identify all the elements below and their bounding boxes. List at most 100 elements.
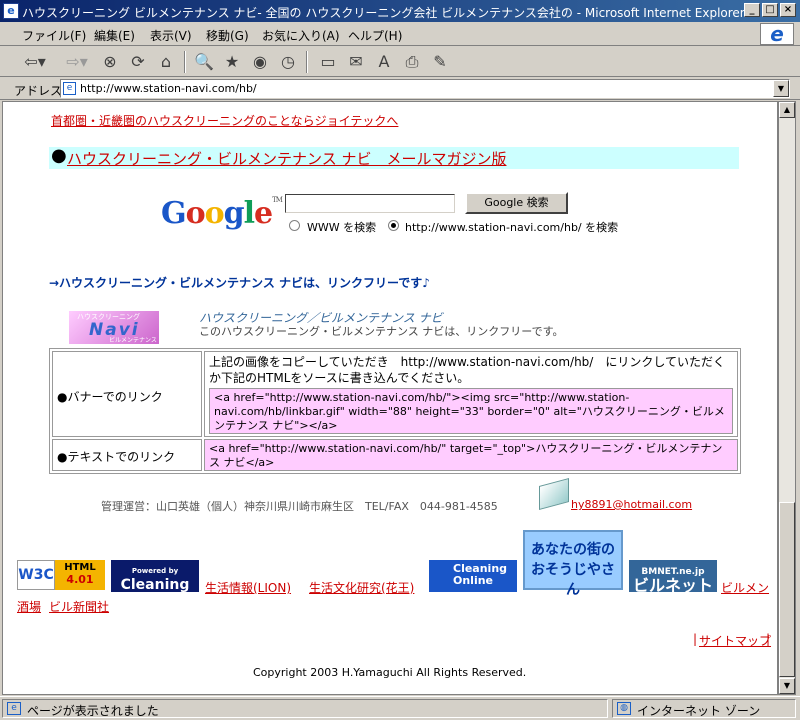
radio-www-label: WWW を検索 xyxy=(307,221,377,234)
mail-icon[interactable]: ✉ xyxy=(344,51,368,73)
w3c-badge[interactable]: W3C xyxy=(17,560,55,590)
mailmag-bar: ● ハウスクリーニング・ビルメンテナンス ナビ メールマガジン版 xyxy=(49,145,739,169)
print-icon[interactable]: ⎙ xyxy=(400,51,424,73)
menu-edit[interactable]: 編集(E) xyxy=(94,27,135,44)
radio-www[interactable] xyxy=(289,220,300,231)
window-title: ハウスクリーニング ビルメンテナンス ナビ- 全国の ハウスクリーニング会社 ビ… xyxy=(22,6,745,20)
page-viewport: 首都圏・近畿圏のハウスクリーニングのことならジョイテックへ ● ハウスクリーニン… xyxy=(2,101,778,695)
title-bar: e ハウスクリーニング ビルメンテナンス ナビ- 全国の ハウスクリーニング会社… xyxy=(0,0,800,22)
menu-help[interactable]: ヘルプ(H) xyxy=(348,27,402,44)
lion-link[interactable]: 生活情報(LION) xyxy=(205,579,291,596)
html-badge[interactable]: HTML 4.01 xyxy=(55,560,105,590)
menu-view[interactable]: 表示(V) xyxy=(150,27,192,44)
address-bar: アドレス e http://www.station-navi.com/hb/ ▼ xyxy=(0,78,800,100)
banner-link-label-cell: ●バナーでのリンク xyxy=(52,351,202,437)
history-icon[interactable]: ◷ xyxy=(276,51,300,73)
envelope-icon xyxy=(539,477,569,511)
fullscreen-icon[interactable]: ▭ xyxy=(316,51,340,73)
toolbar: ⇦▾ ⇨▾ ⊗ ⟳ ⌂ 🔍 ★ ◉ ◷ ▭ ✉ A ⎙ ✎ xyxy=(0,47,800,77)
status-bar: e ページが表示されました ◍ インターネット ゾーン xyxy=(0,696,800,720)
text-link-label-cell: ●テキストでのリンク xyxy=(52,439,202,471)
google-search-input[interactable] xyxy=(285,194,455,213)
zone-text: インターネット ゾーン xyxy=(637,704,761,718)
address-input[interactable]: e http://www.station-navi.com/hb/ ▼ xyxy=(60,79,790,98)
edit-icon[interactable]: ✎ xyxy=(428,51,452,73)
text-link-label: ●テキストでのリンク xyxy=(57,450,176,464)
radio-site[interactable] xyxy=(388,220,399,231)
radio-site-label: http://www.station-navi.com/hb/ を検索 xyxy=(405,221,619,234)
scroll-thumb[interactable] xyxy=(779,502,795,677)
google-search-button[interactable]: Google 検索 xyxy=(465,192,568,214)
navi-banner-image[interactable]: ハウスクリーニング Navi ビルメンテナンス xyxy=(69,311,159,344)
sitemap-bracket-left: | xyxy=(693,632,698,646)
page-done-icon: e xyxy=(7,702,21,715)
internet-zone-icon: ◍ xyxy=(617,702,631,715)
google-logo[interactable]: GoogleTM xyxy=(161,196,283,231)
banner-link-code[interactable]: <a href="http://www.station-navi.com/hb/… xyxy=(209,388,733,434)
link-table: ●バナーでのリンク 上記の画像をコピーしていただき http://www.sta… xyxy=(49,348,741,474)
mailmag-link[interactable]: ハウスクリーニング・ビルメンテナンス ナビ メールマガジン版 xyxy=(67,148,506,169)
status-text: ページが表示されました xyxy=(27,704,159,718)
status-pane-zone: ◍ インターネット ゾーン xyxy=(612,699,796,718)
window-controls: _ □ × xyxy=(744,3,796,17)
favorites-icon[interactable]: ★ xyxy=(220,51,244,73)
back-icon[interactable]: ⇦▾ xyxy=(18,51,52,73)
address-dropdown-icon[interactable]: ▼ xyxy=(773,80,789,97)
banner-link-content-cell: 上記の画像をコピーしていただき http://www.station-navi.… xyxy=(204,351,738,437)
home-icon[interactable]: ⌂ xyxy=(154,51,178,73)
menu-favorites[interactable]: お気に入り(A) xyxy=(262,27,340,44)
vertical-scrollbar[interactable]: ▲ ▼ xyxy=(778,101,796,695)
banner-link-instructions: 上記の画像をコピーしていただき http://www.station-navi.… xyxy=(209,355,725,385)
scroll-up-icon[interactable]: ▲ xyxy=(779,102,795,118)
address-label: アドレス xyxy=(14,84,63,98)
menu-go[interactable]: 移動(G) xyxy=(206,27,249,44)
admin-info: 管理運営：山口英雄（個人）神奈川県川崎市麻生区 TEL/FAX 044-981-… xyxy=(101,500,498,513)
linkfree-heading: →ハウスクリーニング・ビルメンテナンス ナビは、リンクフリーです♪ xyxy=(49,276,430,290)
page-icon: e xyxy=(63,82,76,95)
ie-logo-icon: e xyxy=(760,23,794,45)
minimize-button[interactable]: _ xyxy=(744,3,760,17)
close-button[interactable]: × xyxy=(780,3,796,17)
toolbar-separator xyxy=(306,51,308,73)
osouji-badge[interactable]: あなたの街の おそうじやさん xyxy=(523,530,623,598)
address-url[interactable]: http://www.station-navi.com/hb/ xyxy=(80,82,257,95)
kao-link[interactable]: 生活文化研究(花王) xyxy=(309,579,414,596)
sakaba-link[interactable]: 酒場 xyxy=(17,598,41,615)
email-link[interactable]: hy8891@hotmail.com xyxy=(571,498,692,511)
banner-description: このハウスクリーニング・ビルメンテナンス ナビは、リンクフリーです。 xyxy=(199,325,564,338)
ie-app-icon[interactable]: e xyxy=(3,3,19,19)
banner-bottom-text: ビルメンテナンス xyxy=(109,337,157,344)
cleaning-online-2: Online xyxy=(453,574,494,587)
refresh-icon[interactable]: ⟳ xyxy=(126,51,150,73)
birushinbun-link[interactable]: ビル新聞社 xyxy=(49,598,109,615)
menu-bar: ファイル(F) 編集(E) 表示(V) 移動(G) お気に入り(A) ヘルプ(H… xyxy=(0,22,800,46)
forward-icon[interactable]: ⇨▾ xyxy=(60,51,94,73)
scroll-down-icon[interactable]: ▼ xyxy=(779,678,795,694)
copyright: Copyright 2003 H.Yamaguchi All Rights Re… xyxy=(253,666,527,679)
birumen-link[interactable]: ビルメン xyxy=(721,579,769,596)
bmnet-2: ビルネット xyxy=(632,576,713,595)
stop-icon[interactable]: ⊗ xyxy=(98,51,122,73)
status-pane-main: e ページが表示されました xyxy=(2,699,608,718)
bullet-icon: ● xyxy=(51,145,67,166)
cleaning-navi-main: Cleaning Navi xyxy=(120,577,190,607)
sitemap-link[interactable]: サイトマップ xyxy=(699,632,771,649)
cleaning-online-badge[interactable]: Cleaning Online xyxy=(429,560,517,592)
menu-file[interactable]: ファイル(F) xyxy=(22,27,86,44)
media-icon[interactable]: ◉ xyxy=(248,51,272,73)
cleaning-navi-small: Powered by xyxy=(131,567,179,575)
cleaning-navi-badge[interactable]: Powered by Cleaning Navi xyxy=(111,560,199,606)
html-badge-version: 4.01 xyxy=(66,573,94,586)
search-icon[interactable]: 🔍 xyxy=(192,51,216,73)
toolbar-separator xyxy=(184,51,186,73)
html-badge-text: HTML xyxy=(64,562,96,573)
osouji-1: あなたの街の xyxy=(531,542,615,558)
bmnet-badge[interactable]: BMNET.ne.jp ビルネット xyxy=(629,560,717,595)
sitemap-bracket-right: | xyxy=(766,632,771,646)
osouji-2: おそうじやさん xyxy=(531,562,615,598)
font-size-icon[interactable]: A xyxy=(372,51,396,73)
maximize-button[interactable]: □ xyxy=(762,3,778,17)
joitec-link[interactable]: 首都圏・近畿圏のハウスクリーニングのことならジョイテックへ xyxy=(51,112,398,129)
text-link-code[interactable]: <a href="http://www.station-navi.com/hb/… xyxy=(204,439,738,471)
banner-link-label: ●バナーでのリンク xyxy=(57,390,163,404)
